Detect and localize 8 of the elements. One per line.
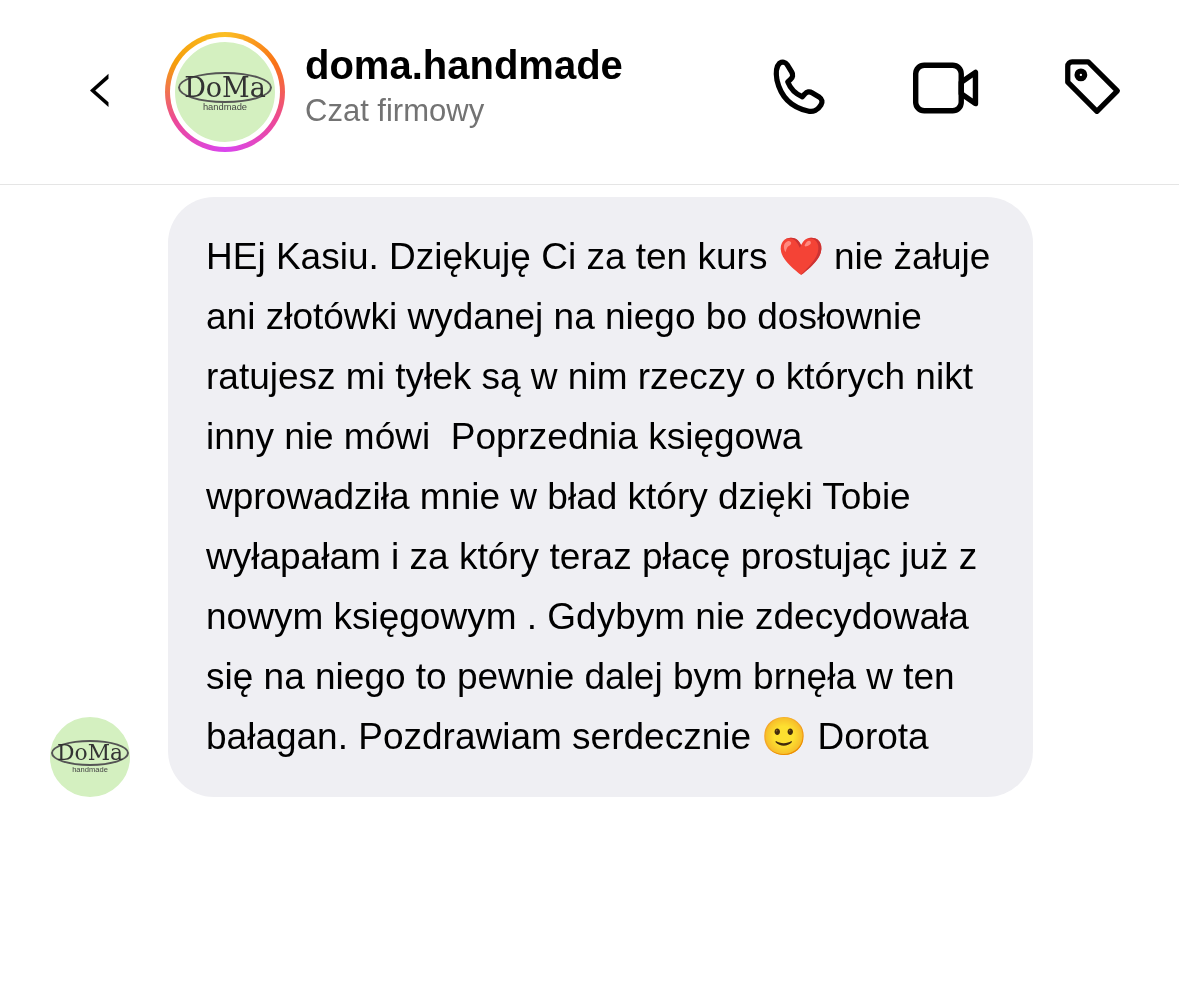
chat-title: doma.handmade	[305, 42, 623, 89]
story-ring[interactable]: DoMa handmade	[165, 32, 285, 152]
back-button[interactable]: ‹	[70, 42, 130, 132]
message-text: HEj Kasiu. Dziękuję Ci za ten kurs ❤ nie żałuje ani złotówki wydanej na niego bo dosłownie ratujesz mi tyłek są w nim rzeczy o których nikt inny nie mówi Poprzednia księgowa wprowadziła mnie w bład który dzięki Tobie wyłapałam i za który teraz płacę prostując już z nowym księgowym . Gdybym nie zdecydowała się na niego to pewnie dalej bym brnęła w ten bałagan. Pozdrawiam serdecznie 🙂 Dorota	[206, 235, 992, 759]
logo-subtext: handmade	[202, 102, 248, 113]
logo-text: DoMa	[178, 71, 272, 103]
logo-text: DoMa	[51, 740, 129, 767]
chat-subtitle: Czat firmowy	[305, 92, 486, 130]
